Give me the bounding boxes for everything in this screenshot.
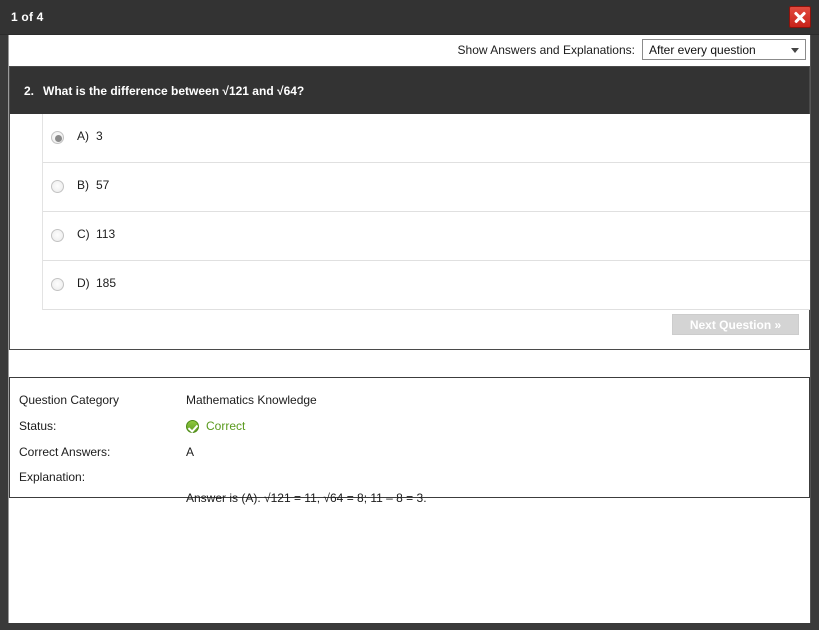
- explanation-row-correct: Correct Answers: A: [10, 445, 809, 468]
- explanation-label: Explanation:: [19, 470, 86, 484]
- question-category-value: Mathematics Knowledge: [186, 393, 317, 407]
- option-value-b: 57: [96, 178, 110, 192]
- option-row-d[interactable]: D) 185: [43, 261, 810, 310]
- question-header: 2. What is the difference between √121 a…: [10, 67, 809, 114]
- explanation-row-category: Question Category Mathematics Knowledge: [10, 393, 809, 416]
- correct-answers-value: A: [186, 445, 195, 459]
- option-value-c: 113: [96, 227, 116, 241]
- answer-options-list: A) 3 B) 57 C) 113 D) 185: [42, 114, 810, 310]
- question-counter: 1 of 4: [11, 10, 44, 24]
- show-answers-select[interactable]: After every question: [642, 39, 806, 60]
- option-value-d: 185: [96, 276, 117, 290]
- radio-option-b[interactable]: [51, 180, 64, 193]
- answers-toolbar: Show Answers and Explanations: After eve…: [9, 35, 810, 66]
- explanation-row-status: Status: Correct: [10, 419, 809, 442]
- option-row-b[interactable]: B) 57: [43, 163, 810, 212]
- explanation-row-explanation: Explanation:: [10, 470, 809, 493]
- radio-option-d[interactable]: [51, 278, 64, 291]
- window-titlebar: 1 of 4: [0, 0, 819, 35]
- option-letter-b: B): [77, 178, 89, 192]
- chevron-down-icon: [791, 48, 799, 53]
- question-category-label: Question Category: [19, 393, 120, 407]
- status-label: Status:: [19, 419, 57, 433]
- option-row-c[interactable]: C) 113: [43, 212, 810, 261]
- quiz-window: 1 of 4 Show Answers and Explanations: Af…: [0, 0, 819, 630]
- show-answers-label: Show Answers and Explanations:: [457, 43, 635, 57]
- next-question-label: Next Question »: [689, 318, 782, 332]
- option-letter-a: A): [77, 129, 89, 143]
- explanation-text: Answer is (A). √121 = 11, √64 = 8; 11 – …: [186, 491, 427, 505]
- question-text: What is the difference between √121 and …: [43, 84, 305, 98]
- option-row-a[interactable]: A) 3: [43, 114, 810, 163]
- correct-answers-label: Correct Answers:: [19, 445, 111, 459]
- option-value-a: 3: [96, 129, 103, 143]
- option-letter-d: D): [77, 276, 90, 290]
- radio-option-c[interactable]: [51, 229, 64, 242]
- show-answers-value: After every question: [649, 43, 756, 57]
- question-number: 2.: [24, 84, 35, 98]
- quiz-card: 2. What is the difference between √121 a…: [9, 66, 810, 350]
- radio-option-a[interactable]: [51, 131, 64, 144]
- page-content: Show Answers and Explanations: After eve…: [8, 35, 811, 623]
- explanation-panel: Question Category Mathematics Knowledge …: [9, 377, 810, 505]
- option-letter-c: C): [77, 227, 90, 241]
- explanation-row-text: Answer is (A). √121 = 11, √64 = 8; 11 – …: [10, 491, 809, 514]
- check-circle-icon: [186, 420, 199, 433]
- next-question-button[interactable]: Next Question »: [672, 314, 799, 335]
- close-icon[interactable]: [789, 6, 811, 28]
- status-badge: Correct: [206, 419, 246, 433]
